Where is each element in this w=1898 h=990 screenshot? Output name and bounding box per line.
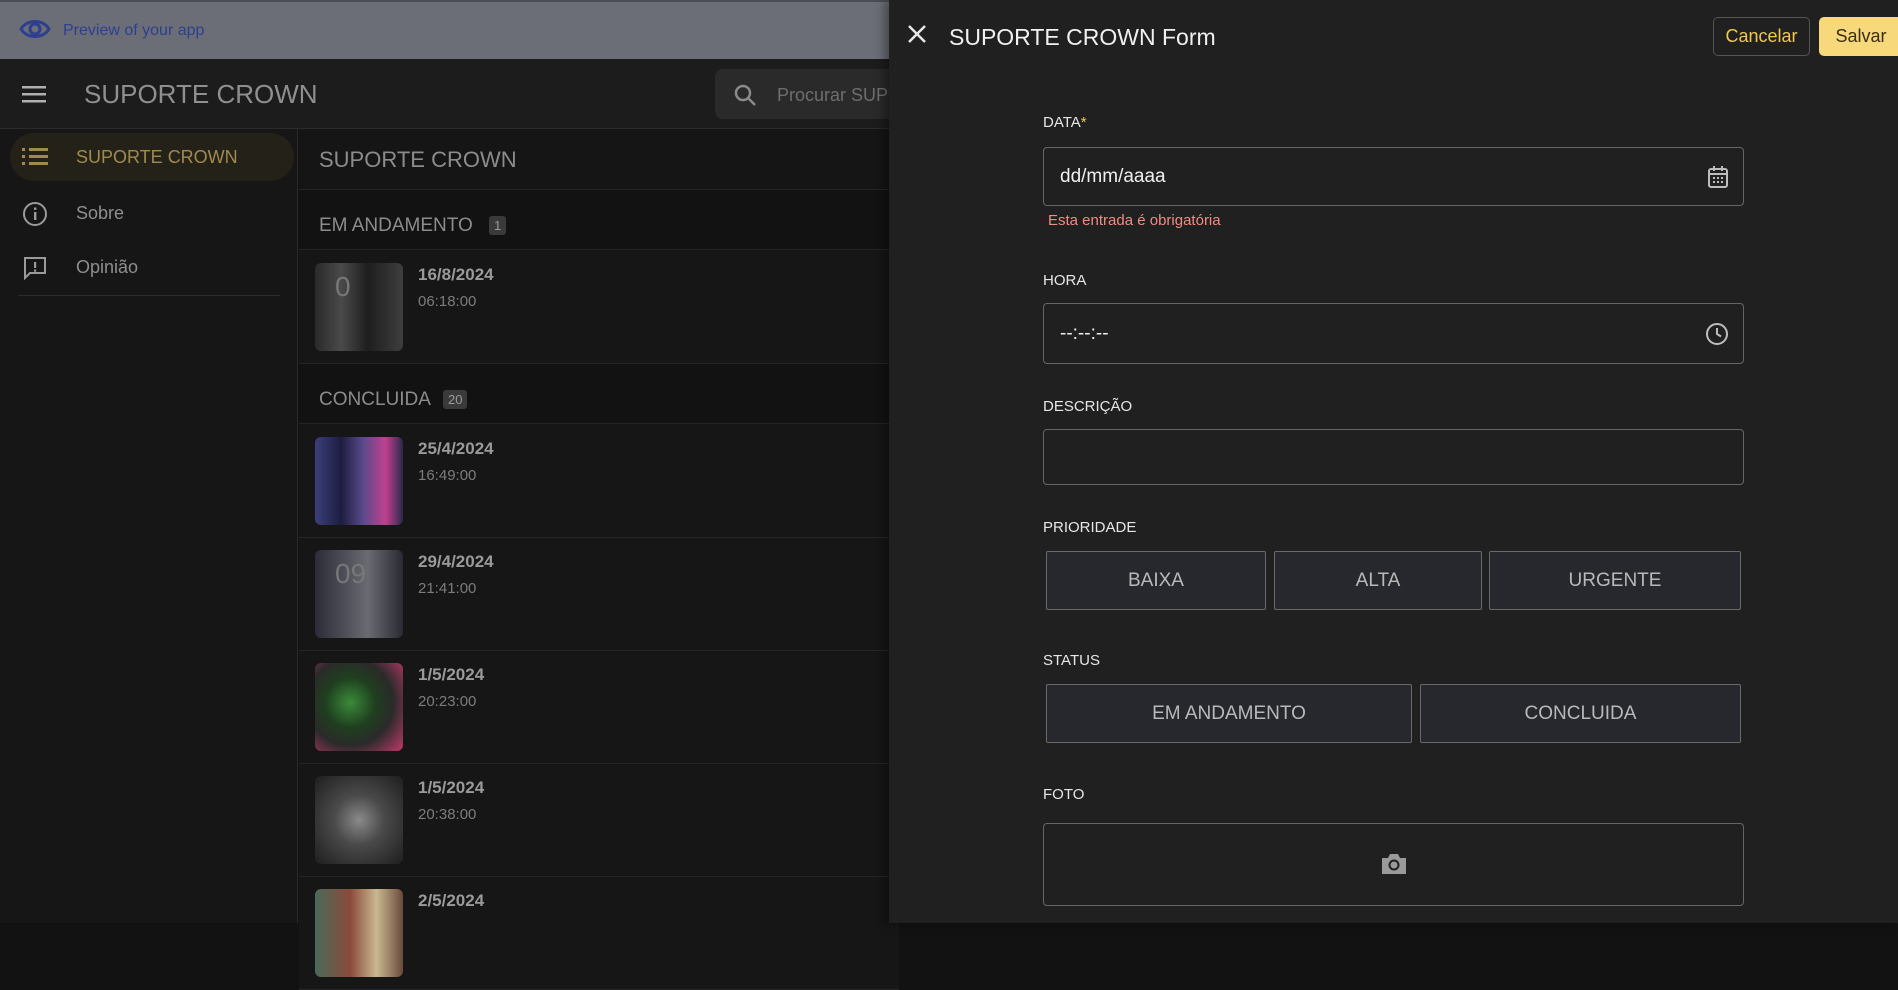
- descricao-label: DESCRIÇÃO: [1043, 398, 1133, 415]
- thumbnail-image: 0: [315, 263, 403, 351]
- form-title: SUPORTE CROWN Form: [949, 24, 1216, 50]
- description-field[interactable]: [1043, 429, 1744, 485]
- sidebar: SUPORTE CROWN Sobre Opinião: [0, 129, 298, 923]
- row-date: 1/5/2024: [418, 665, 485, 684]
- count-badge: 20: [443, 390, 468, 409]
- time-field[interactable]: --:--:--: [1043, 303, 1744, 364]
- cancel-button[interactable]: Cancelar: [1713, 17, 1810, 56]
- thumbnail-image: 09: [315, 550, 403, 638]
- group-label: CONCLUIDA: [319, 389, 431, 410]
- date-value: dd/mm/aaaa: [1060, 166, 1166, 187]
- prioridade-label: PRIORIDADE: [1043, 519, 1137, 536]
- eye-icon: [19, 18, 51, 45]
- date-field[interactable]: dd/mm/aaaa: [1043, 147, 1744, 206]
- list-icon: [22, 145, 48, 174]
- required-marker: *: [1080, 114, 1087, 131]
- row-date: 29/4/2024: [418, 552, 494, 571]
- save-button[interactable]: Salvar: [1819, 17, 1898, 56]
- info-icon: [22, 201, 48, 232]
- group-label: EM ANDAMENTO: [319, 215, 473, 236]
- list-item[interactable]: 1/5/2024 20:23:00: [299, 651, 899, 764]
- sidebar-item-opiniao[interactable]: Opinião: [10, 243, 294, 291]
- status-label: STATUS: [1043, 652, 1100, 669]
- hora-label: HORA: [1043, 272, 1087, 289]
- sidebar-item-label: SUPORTE CROWN: [76, 147, 238, 167]
- group-header-concluida[interactable]: CONCLUIDA 20: [299, 364, 899, 424]
- priority-option-baixa[interactable]: BAIXA: [1046, 551, 1266, 610]
- sidebar-item-sobre[interactable]: Sobre: [10, 189, 294, 237]
- thumbnail-text: 09: [335, 558, 367, 589]
- sidebar-divider: [18, 295, 280, 296]
- page-title: SUPORTE CROWN: [319, 147, 517, 172]
- priority-option-urgente[interactable]: URGENTE: [1489, 551, 1741, 610]
- row-date: 16/8/2024: [418, 265, 494, 284]
- main-list: SUPORTE CROWN EM ANDAMENTO 1 0 16/8/2024…: [299, 129, 899, 990]
- row-time: 20:38:00: [418, 806, 477, 823]
- thumbnail-image: [315, 663, 403, 751]
- app-title: SUPORTE CROWN: [84, 79, 318, 109]
- calendar-icon[interactable]: [1707, 165, 1729, 194]
- preview-label: Preview of your app: [63, 22, 205, 39]
- list-item[interactable]: 09 29/4/2024 21:41:00: [299, 538, 899, 651]
- form-panel: SUPORTE CROWN Form Cancelar Salvar DATA*…: [889, 0, 1898, 923]
- sidebar-item-label: Opinião: [76, 257, 139, 277]
- menu-icon[interactable]: [22, 85, 46, 108]
- data-label: DATA*: [1043, 114, 1087, 131]
- foto-label: FOTO: [1043, 786, 1085, 803]
- sidebar-item-label: Sobre: [76, 203, 125, 223]
- row-date: 1/5/2024: [418, 778, 485, 797]
- photo-upload[interactable]: [1043, 823, 1744, 906]
- status-option-em-andamento[interactable]: EM ANDAMENTO: [1046, 684, 1412, 743]
- row-date: 2/5/2024: [418, 891, 485, 910]
- status-option-concluida[interactable]: CONCLUIDA: [1420, 684, 1741, 743]
- clock-icon[interactable]: [1705, 322, 1729, 351]
- camera-icon[interactable]: [1379, 851, 1409, 882]
- count-badge: 1: [489, 216, 507, 235]
- list-item[interactable]: 25/4/2024 16:49:00: [299, 425, 899, 538]
- list-item[interactable]: 2/5/2024: [299, 877, 899, 990]
- row-time: 06:18:00: [418, 293, 477, 310]
- close-icon[interactable]: [907, 24, 927, 49]
- group-header-em-andamento[interactable]: EM ANDAMENTO 1: [299, 190, 899, 250]
- list-item[interactable]: 1/5/2024 20:38:00: [299, 764, 899, 877]
- thumbnail-image: [315, 776, 403, 864]
- list-item[interactable]: 0 16/8/2024 06:18:00: [299, 251, 899, 364]
- feedback-icon: [22, 255, 48, 286]
- app-header: SUPORTE CROWN Procurar SUPORTE CROWN: [0, 59, 1013, 129]
- row-time: 21:41:00: [418, 580, 477, 597]
- search-icon: [733, 83, 757, 112]
- search-box[interactable]: Procurar SUPORTE CROWN: [715, 69, 1013, 119]
- sidebar-item-suporte-crown[interactable]: SUPORTE CROWN: [10, 133, 294, 181]
- time-value: --:--:--: [1060, 323, 1109, 344]
- thumbnail-text: 0: [335, 271, 351, 302]
- row-date: 25/4/2024: [418, 439, 494, 458]
- date-error-message: Esta entrada é obrigatória: [1048, 212, 1221, 229]
- thumbnail-image: [315, 889, 403, 977]
- row-time: 16:49:00: [418, 467, 477, 484]
- data-label-text: DATA: [1043, 114, 1081, 131]
- priority-option-alta[interactable]: ALTA: [1274, 551, 1482, 610]
- row-time: 20:23:00: [418, 693, 477, 710]
- thumbnail-image: [315, 437, 403, 525]
